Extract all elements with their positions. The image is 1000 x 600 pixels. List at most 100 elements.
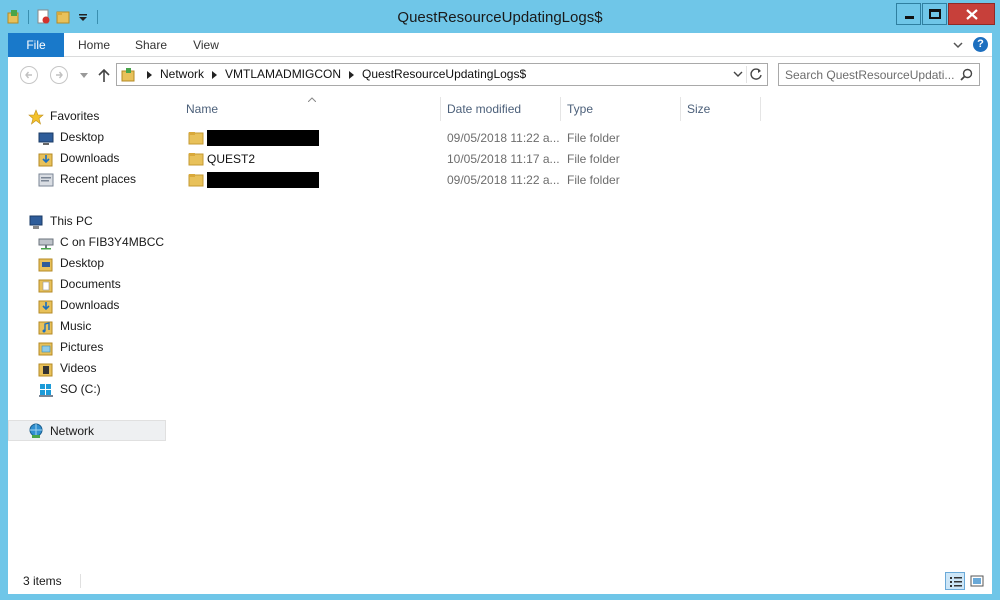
breadcrumb-separator-icon[interactable] (212, 70, 218, 79)
large-icons-view-button[interactable] (967, 572, 987, 590)
nav-item-label: Desktop (60, 130, 105, 144)
nav-pc-music[interactable]: Music (8, 316, 166, 337)
desktop-folder-icon (38, 258, 53, 272)
breadcrumb: Network VMTLAMADMIGCON QuestResourceUpda… (139, 64, 526, 85)
nav-item-label: Documents (60, 277, 121, 291)
nav-network[interactable]: Network (8, 420, 166, 441)
help-icon[interactable]: ? (973, 37, 988, 52)
file-type: File folder (567, 173, 620, 187)
nav-favorites-recent-places[interactable]: Recent places (8, 169, 166, 190)
details-view-button[interactable] (945, 572, 965, 590)
search-input[interactable] (785, 66, 955, 83)
nav-favorites-desktop[interactable]: Desktop (8, 127, 166, 148)
nav-item-label: Downloads (60, 298, 120, 312)
downloads-icon (38, 153, 53, 167)
nav-favorites-label: Favorites (50, 109, 100, 123)
file-date: 10/05/2018 11:17 a... (447, 152, 560, 166)
nav-favorites[interactable]: Favorites (8, 106, 166, 127)
tab-view[interactable]: View (186, 33, 226, 57)
nav-pc-desktop[interactable]: Desktop (8, 253, 166, 274)
search-icon[interactable] (960, 68, 973, 81)
back-arrow-icon (25, 71, 32, 79)
file-row[interactable]: QUEST2 10/05/2018 11:17 a... File folder (168, 149, 768, 170)
minimize-icon (905, 16, 914, 19)
refresh-icon[interactable] (749, 67, 763, 81)
file-type: File folder (567, 131, 620, 145)
minimize-button[interactable] (896, 3, 921, 25)
file-name: QUEST2 (207, 152, 256, 166)
close-icon (966, 9, 978, 20)
file-date: 09/05/2018 11:22 a... (447, 173, 560, 187)
breadcrumb-share[interactable]: QuestResourceUpdatingLogs$ (362, 64, 526, 85)
nav-network-label: Network (50, 424, 95, 438)
content-area: Favorites Desktop Downloads Recent place… (8, 93, 992, 568)
title-bar[interactable]: QuestResourceUpdatingLogs$ (0, 0, 1000, 33)
large-icons-view-icon (970, 575, 984, 587)
nav-pc-documents[interactable]: Documents (8, 274, 166, 295)
computer-icon (29, 215, 43, 229)
nav-pc-network-drive[interactable]: C on FIB3Y4MBCC (8, 232, 166, 253)
nav-this-pc[interactable]: This PC (8, 211, 166, 232)
desktop-icon (38, 132, 54, 145)
nav-item-label: Desktop (60, 256, 105, 270)
expand-ribbon-icon[interactable] (952, 39, 964, 51)
nav-pc-downloads[interactable]: Downloads (8, 295, 166, 316)
nav-pc-pictures[interactable]: Pictures (8, 337, 166, 358)
file-name-redacted (207, 130, 319, 146)
ribbon-tabs: File Home Share View ? (8, 33, 992, 57)
tab-share[interactable]: Share (130, 33, 172, 57)
column-header-size[interactable]: Size (681, 97, 761, 121)
breadcrumb-server[interactable]: VMTLAMADMIGCON (225, 64, 341, 85)
documents-icon (38, 279, 53, 293)
nav-pc-local-disk[interactable]: SO (C:) (8, 379, 166, 400)
tab-home[interactable]: Home (72, 33, 116, 57)
folder-icon (188, 132, 204, 145)
nav-item-label: Downloads (60, 151, 120, 165)
column-header-name[interactable]: Name (180, 97, 441, 121)
breadcrumb-separator-icon[interactable] (147, 70, 152, 79)
search-box[interactable] (778, 63, 980, 86)
column-header-date-modified[interactable]: Date modified (441, 97, 561, 121)
column-header-type[interactable]: Type (561, 97, 681, 121)
nav-pc-videos[interactable]: Videos (8, 358, 166, 379)
music-icon (38, 321, 53, 335)
breadcrumb-network[interactable]: Network (160, 64, 204, 85)
file-name-redacted (207, 172, 319, 188)
nav-item-label: Music (60, 319, 92, 333)
explorer-window: QuestResourceUpdatingLogs$ File Home Sha… (0, 0, 1000, 600)
folder-icon (188, 153, 204, 166)
address-divider (746, 66, 747, 83)
navigation-pane[interactable]: Favorites Desktop Downloads Recent place… (8, 93, 168, 568)
close-button[interactable] (948, 3, 995, 25)
file-list-pane[interactable]: Name Date modified Type Size 09/05/2018 … (168, 93, 992, 568)
nav-item-label: Videos (60, 361, 97, 375)
address-dropdown-icon[interactable] (733, 69, 743, 79)
network-icon (29, 423, 43, 438)
address-row: Network VMTLAMADMIGCON QuestResourceUpda… (8, 57, 992, 93)
up-arrow-icon[interactable] (96, 66, 112, 84)
file-type: File folder (567, 152, 620, 166)
restore-icon (929, 9, 941, 19)
recent-locations-icon[interactable] (80, 73, 88, 79)
nav-item-label: Recent places (60, 172, 137, 186)
nav-item-label: Pictures (60, 340, 104, 354)
window-title: QuestResourceUpdatingLogs$ (397, 9, 603, 26)
file-row[interactable]: 09/05/2018 11:22 a... File folder (168, 170, 768, 191)
breadcrumb-separator-icon[interactable] (349, 70, 355, 79)
address-bar[interactable]: Network VMTLAMADMIGCON QuestResourceUpda… (116, 63, 768, 86)
forward-button[interactable] (50, 66, 68, 84)
star-icon (28, 109, 44, 125)
windows-drive-icon (39, 384, 53, 397)
nav-item-label: SO (C:) (60, 382, 101, 396)
folder-icon (188, 174, 204, 187)
nav-item-label: C on FIB3Y4MBCC (60, 235, 165, 249)
file-row[interactable]: 09/05/2018 11:22 a... File folder (168, 128, 768, 149)
file-date: 09/05/2018 11:22 a... (447, 131, 560, 145)
pictures-icon (38, 342, 53, 356)
maximize-button[interactable] (922, 3, 947, 25)
tab-file[interactable]: File (8, 33, 64, 57)
nav-favorites-downloads[interactable]: Downloads (8, 148, 166, 169)
details-view-icon (950, 577, 962, 587)
status-divider (80, 574, 81, 588)
back-button[interactable] (20, 66, 38, 84)
